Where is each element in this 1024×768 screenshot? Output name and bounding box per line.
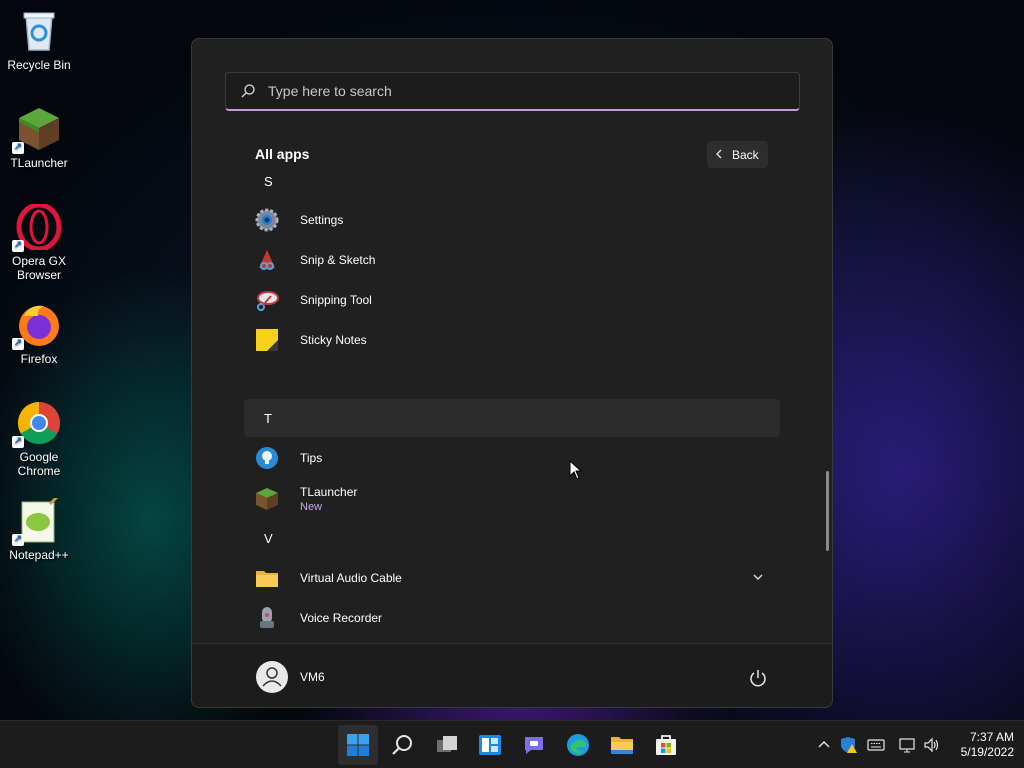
taskbar-clock[interactable]: 7:37 AM 5/19/2022	[948, 730, 1014, 760]
app-item-tips[interactable]: Tips	[244, 438, 780, 478]
volume-icon[interactable]	[923, 736, 941, 754]
keyboard-icon[interactable]	[867, 736, 885, 754]
user-icon	[262, 667, 282, 687]
app-item-voice-recorder[interactable]: Voice Recorder	[244, 598, 780, 638]
desktop-icon-label: Recycle Bin	[7, 58, 71, 72]
desktop-icon-label: Notepad++	[9, 548, 69, 562]
firefox-icon: ↗	[12, 302, 62, 350]
desktop-icon-label: TLauncher	[10, 156, 68, 170]
app-item-label: TLauncher	[300, 485, 358, 499]
start-button[interactable]	[338, 725, 378, 765]
tips-bulb-icon	[255, 446, 279, 470]
new-badge: New	[300, 501, 323, 513]
microphone-icon	[255, 606, 279, 630]
letter-header-t[interactable]: T	[244, 399, 780, 437]
sticky-notes-icon	[255, 328, 279, 352]
chevron-up-icon[interactable]	[815, 736, 833, 754]
microsoft-store-button[interactable]	[646, 725, 686, 765]
app-item-snip-sketch[interactable]: Snip & Sketch	[244, 240, 780, 280]
chevron-left-icon	[715, 148, 723, 162]
all-apps-title: All apps	[255, 146, 310, 162]
edge-icon	[567, 734, 589, 756]
opera-gx-icon: ↗	[12, 202, 62, 252]
settings-gear-icon	[255, 208, 279, 232]
shortcut-arrow-icon: ↗	[12, 240, 24, 252]
store-bag-icon	[656, 735, 676, 755]
desktop-icon-label: Google Chrome	[17, 450, 61, 478]
desktop-icon-opera-gx[interactable]: ↗ Opera GX Browser	[4, 202, 74, 282]
desktop-icon-firefox[interactable]: ↗ Firefox	[4, 302, 74, 366]
back-button[interactable]: Back	[707, 141, 768, 168]
letter-label: T	[264, 410, 272, 426]
widgets-button[interactable]	[470, 725, 510, 765]
chevron-down-icon[interactable]	[752, 571, 764, 583]
folder-icon	[255, 566, 279, 590]
shortcut-arrow-icon: ↗	[12, 534, 24, 546]
tlauncher-icon: ↗	[12, 106, 62, 154]
apps-list[interactable]: S Settings Snip & Sketch Snipping Tool S…	[244, 169, 784, 641]
widgets-icon	[479, 735, 501, 755]
mouse-cursor-icon	[569, 460, 583, 480]
clock-date: 5/19/2022	[960, 745, 1014, 759]
notepad-plus-plus-icon: ↗	[12, 492, 62, 546]
back-button-label: Back	[732, 147, 759, 162]
tlauncher-icon	[255, 487, 279, 511]
taskbar: 7:37 AM 5/19/2022	[0, 720, 1024, 768]
user-avatar[interactable]	[256, 661, 288, 693]
desktop-icon-notepad-plus-plus[interactable]: ↗ Notepad++	[4, 492, 74, 562]
snipping-tool-icon	[255, 288, 279, 312]
windows-logo-icon	[347, 734, 369, 756]
app-item-label: Snip & Sketch	[300, 253, 376, 267]
letter-label: V	[264, 530, 273, 546]
app-item-label: Snipping Tool	[300, 293, 372, 307]
app-item-label: Voice Recorder	[300, 611, 383, 625]
desktop-icon-tlauncher[interactable]: ↗ TLauncher	[4, 106, 74, 170]
scrollbar-thumb[interactable]	[826, 471, 829, 551]
edge-button[interactable]	[558, 725, 598, 765]
desktop-icon-google-chrome[interactable]: ↗ Google Chrome	[4, 400, 74, 478]
desktop-icon-label: Firefox	[20, 352, 58, 366]
power-icon[interactable]	[748, 668, 768, 688]
shortcut-arrow-icon: ↗	[12, 436, 24, 448]
start-menu-footer: VM6	[192, 643, 832, 707]
recycle-bin-icon	[16, 8, 62, 54]
chrome-icon: ↗	[12, 400, 62, 448]
clock-time: 7:37 AM	[969, 730, 1014, 744]
app-item-label: Settings	[300, 213, 344, 227]
search-icon	[240, 83, 256, 99]
app-item-virtual-audio-cable[interactable]: Virtual Audio Cable	[244, 558, 780, 598]
shortcut-arrow-icon: ↗	[12, 142, 24, 154]
shortcut-arrow-icon: ↗	[12, 338, 24, 350]
letter-label: S	[264, 173, 273, 189]
app-item-text: TLauncher New	[300, 485, 357, 513]
teams-chat-icon	[525, 737, 543, 754]
search-icon	[392, 735, 412, 755]
desktop-icon-recycle-bin[interactable]: Recycle Bin	[4, 8, 74, 72]
letter-header-w[interactable]: W	[244, 639, 780, 641]
teams-chat-button[interactable]	[514, 725, 554, 765]
search-box[interactable]	[225, 72, 800, 111]
start-menu: All apps Back S Settings	[191, 38, 833, 708]
search-input[interactable]	[268, 83, 768, 99]
security-warning-icon[interactable]	[840, 736, 858, 754]
snip-sketch-icon	[255, 248, 279, 272]
app-item-snipping-tool[interactable]: Snipping Tool	[244, 280, 780, 320]
file-explorer-button[interactable]	[602, 725, 642, 765]
app-item-label: Virtual Audio Cable	[300, 571, 402, 585]
letter-header-s[interactable]: S	[244, 169, 780, 200]
task-view-button[interactable]	[427, 725, 467, 765]
folder-icon	[611, 737, 633, 754]
app-item-label: Sticky Notes	[300, 333, 367, 347]
task-view-icon	[437, 736, 457, 752]
app-item-settings[interactable]: Settings	[244, 200, 780, 240]
desktop-icon-label: Opera GX Browser	[11, 254, 67, 282]
app-item-tlauncher[interactable]: TLauncher New	[244, 479, 780, 519]
letter-header-v[interactable]: V	[244, 519, 780, 557]
network-icon[interactable]	[899, 736, 917, 754]
app-item-label: Tips	[300, 451, 323, 465]
app-item-sticky-notes[interactable]: Sticky Notes	[244, 320, 780, 360]
taskbar-search-button[interactable]	[383, 725, 423, 765]
user-name[interactable]: VM6	[300, 670, 325, 684]
